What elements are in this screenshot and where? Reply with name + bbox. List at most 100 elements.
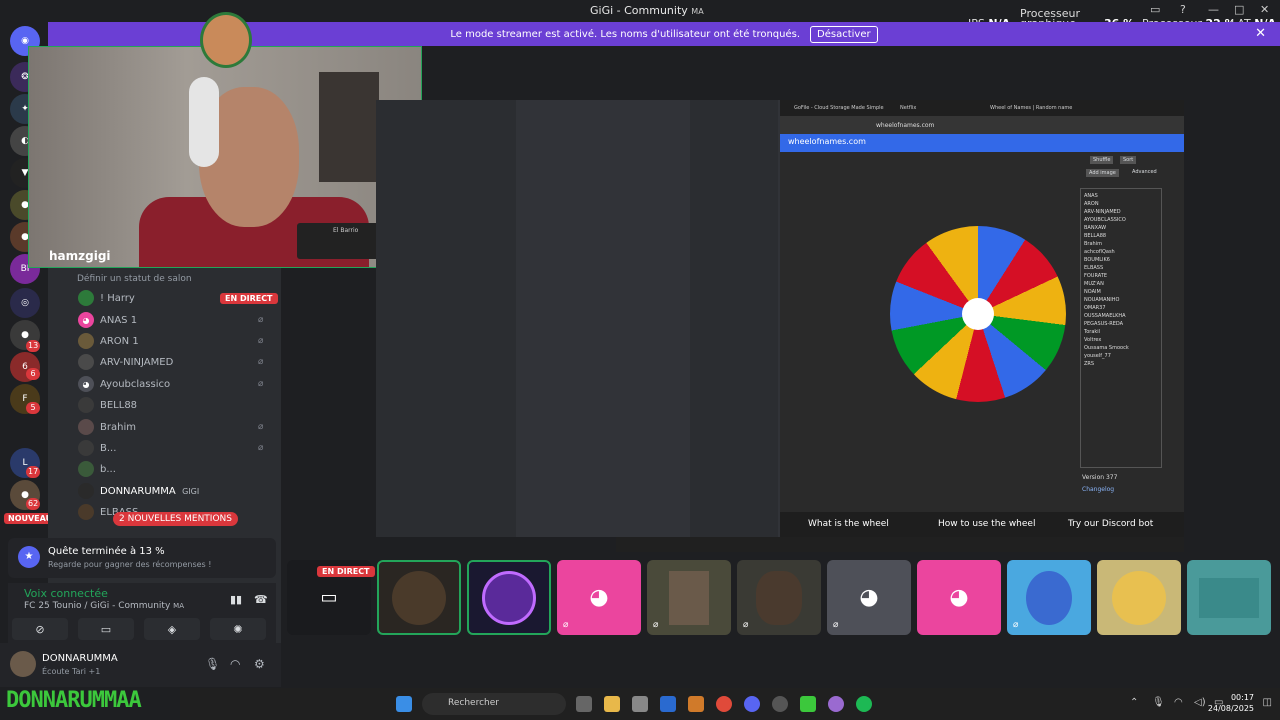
participant-tile[interactable] bbox=[1187, 560, 1271, 635]
voice-member[interactable]: ! Harry bbox=[78, 288, 135, 308]
help-icon[interactable]: ? bbox=[1180, 3, 1186, 16]
wifi-icon[interactable]: ◠ bbox=[1174, 697, 1183, 708]
wheel-bottom-bar: What is the wheel How to use the wheel T… bbox=[780, 512, 1184, 537]
list-item: OUSSAMAELKHA bbox=[1084, 313, 1126, 319]
avatar bbox=[1026, 570, 1072, 625]
screen-share-icon: ▭ bbox=[320, 587, 338, 608]
voice-member[interactable]: Brahim ⌀ bbox=[78, 417, 263, 437]
shared-chat bbox=[516, 100, 690, 537]
maximize-icon[interactable]: □ bbox=[1234, 3, 1244, 16]
volume-icon[interactable]: ◁) bbox=[1194, 697, 1206, 708]
changelog-link[interactable]: Changelog bbox=[1082, 486, 1114, 493]
disable-streamer-mode-button[interactable]: Désactiver bbox=[810, 25, 878, 43]
advanced-checkbox[interactable]: Advanced bbox=[1132, 169, 1157, 175]
task-view-icon[interactable] bbox=[576, 696, 592, 712]
list-item: achcoflQash bbox=[1084, 249, 1115, 255]
voice-channel[interactable]: FC 25 Tounio / GiGi - Community MA bbox=[24, 601, 184, 611]
avatar bbox=[78, 461, 94, 477]
voice-member[interactable]: ◕ Ayoubclassico ⌀ bbox=[78, 374, 263, 394]
list-item: NOAIM bbox=[1084, 289, 1101, 295]
chrome-icon[interactable] bbox=[716, 696, 732, 712]
voice-member[interactable]: ARON 1 ⌀ bbox=[78, 331, 263, 351]
address-bar[interactable]: wheelofnames.com bbox=[780, 116, 1184, 134]
app-icon[interactable] bbox=[688, 696, 704, 712]
minimize-icon[interactable]: — bbox=[1208, 3, 1219, 16]
browser-tab[interactable]: GoFile - Cloud Storage Made Simple bbox=[794, 105, 884, 111]
participant-tile[interactable] bbox=[467, 560, 551, 635]
outlook-icon[interactable] bbox=[660, 696, 676, 712]
channel-status-hint[interactable]: Définir un statut de salon bbox=[77, 274, 192, 284]
quest-progress[interactable]: ★ Quête terminée à 13 % Regarde pour gag… bbox=[8, 538, 276, 578]
muted-mic-icon: ⌀ bbox=[258, 422, 264, 432]
taskbar-search[interactable]: Rechercher bbox=[422, 693, 566, 715]
microphone-icon[interactable]: 🎙 bbox=[205, 657, 220, 671]
discord-avatar-icon: ◕ bbox=[78, 376, 94, 392]
server-icon[interactable]: ◎ bbox=[10, 288, 40, 318]
headphones-image bbox=[189, 77, 219, 167]
what-is-wheel-link[interactable]: What is the wheel bbox=[808, 519, 889, 529]
muted-mic-icon: ⌀ bbox=[1013, 620, 1019, 630]
muted-mic-icon: ⌀ bbox=[258, 443, 264, 453]
avatar[interactable] bbox=[10, 651, 36, 677]
participant-tile[interactable]: ◕ bbox=[917, 560, 1001, 635]
participant-tile[interactable]: ⌀ bbox=[1007, 560, 1091, 635]
shared-member-list bbox=[690, 100, 778, 537]
activity-icon[interactable]: ◈ bbox=[144, 618, 200, 640]
taskbar-clock[interactable]: 00:17 24/08/2025 bbox=[1208, 692, 1254, 714]
live-badge: EN DIRECT bbox=[317, 566, 375, 577]
camera-off-icon[interactable]: ⊘ bbox=[12, 618, 68, 640]
list-item: BANXAW bbox=[1084, 225, 1107, 231]
voice-member[interactable]: ARV-NINJAMED ⌀ bbox=[78, 352, 263, 372]
avatar bbox=[78, 354, 94, 370]
file-explorer-icon[interactable] bbox=[604, 696, 620, 712]
quest-icon: ★ bbox=[18, 546, 40, 568]
shuffle-button[interactable]: Shuffle bbox=[1090, 156, 1114, 164]
voice-member[interactable]: BELL88 bbox=[78, 395, 137, 415]
name-wheel[interactable] bbox=[890, 226, 1066, 402]
windows-start-icon[interactable] bbox=[396, 696, 412, 712]
names-list[interactable]: ANAS ARON ARV-NINJAMED AYOUBCLASSICO BAN… bbox=[1080, 188, 1162, 468]
disconnect-icon[interactable]: ☎ bbox=[254, 593, 268, 606]
participant-tile[interactable] bbox=[1097, 560, 1181, 635]
spotify-icon[interactable] bbox=[856, 696, 872, 712]
browser-tab[interactable]: Wheel of Names | Random name bbox=[990, 105, 1072, 111]
inbox-icon[interactable]: ▭ bbox=[1150, 3, 1160, 16]
voice-member[interactable]: B... ⌀ bbox=[78, 438, 263, 458]
participant-tile[interactable]: ⌀ bbox=[737, 560, 821, 635]
close-icon[interactable]: ✕ bbox=[1260, 3, 1269, 16]
discord-bot-link[interactable]: Try our Discord bot bbox=[1068, 519, 1153, 529]
soundboard-icon[interactable]: ✺ bbox=[210, 618, 266, 640]
voice-panel: Voix connectée FC 25 Tounio / GiGi - Com… bbox=[8, 583, 276, 643]
participant-tile[interactable] bbox=[377, 560, 461, 635]
discord-icon[interactable] bbox=[744, 696, 760, 712]
new-mentions-badge[interactable]: 2 NOUVELLES MENTIONS bbox=[113, 512, 238, 526]
how-to-use-link[interactable]: How to use the wheel bbox=[938, 519, 1035, 529]
store-icon[interactable] bbox=[632, 696, 648, 712]
quest-title: Quête terminée à 13 % bbox=[48, 546, 165, 557]
microphone-icon[interactable]: 🎙 bbox=[1152, 697, 1165, 708]
user-panel: DONNARUMMA Écoute Tari +1 🎙 ◠ ⚙ bbox=[0, 643, 281, 687]
banner-close-icon[interactable]: ✕ bbox=[1255, 26, 1266, 41]
list-item: ELBASS bbox=[1084, 265, 1104, 271]
browser-tab[interactable]: Netflix bbox=[900, 105, 916, 111]
voice-member[interactable]: DONNARUMMA GIGI bbox=[78, 481, 199, 501]
app-icon[interactable] bbox=[772, 696, 788, 712]
unread-badge: 6 bbox=[26, 368, 40, 380]
headphones-icon[interactable]: ◠ bbox=[230, 657, 240, 671]
app-icon[interactable] bbox=[828, 696, 844, 712]
signal-icon[interactable]: ▮▮ bbox=[230, 593, 242, 606]
participant-tile[interactable]: ⌀ bbox=[647, 560, 731, 635]
app-icon[interactable] bbox=[800, 696, 816, 712]
shared-channel-list bbox=[376, 100, 516, 537]
wheel-hub[interactable] bbox=[962, 298, 994, 330]
participant-tile[interactable]: ◕ ⌀ bbox=[557, 560, 641, 635]
sort-button[interactable]: Sort bbox=[1120, 156, 1137, 164]
settings-gear-icon[interactable]: ⚙ bbox=[254, 657, 265, 671]
voice-member[interactable]: ◕ ANAS 1 ⌀ bbox=[78, 310, 263, 330]
add-image-button[interactable]: Add image bbox=[1086, 169, 1119, 177]
participant-tile[interactable]: ◕ ⌀ bbox=[827, 560, 911, 635]
notification-icon[interactable]: ◫ bbox=[1263, 697, 1272, 708]
voice-member[interactable]: b... bbox=[78, 459, 116, 479]
share-screen-icon[interactable]: ▭ bbox=[78, 618, 134, 640]
chevron-up-icon[interactable]: ⌃ bbox=[1130, 697, 1138, 708]
